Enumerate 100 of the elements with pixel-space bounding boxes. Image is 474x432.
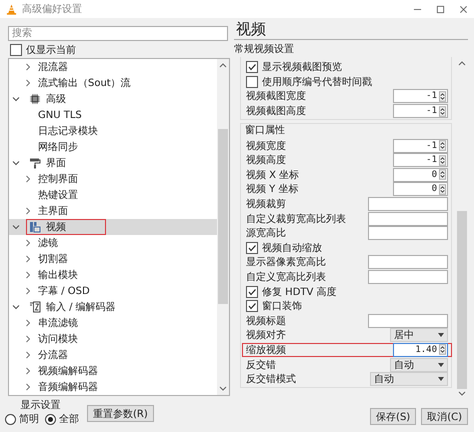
option-label: 源宽高比 <box>246 226 287 240</box>
radio-button[interactable] <box>5 414 16 424</box>
spin-field[interactable]: -1 <box>393 138 448 153</box>
tree-item[interactable]: 主界面 <box>38 204 68 218</box>
tree-item[interactable]: 界面 <box>46 156 66 170</box>
text-field[interactable] <box>368 270 448 284</box>
tree-item[interactable]: 控制界面 <box>38 172 78 186</box>
chevron-down-icon[interactable] <box>12 223 20 231</box>
tree-item[interactable]: 分流器 <box>38 348 68 362</box>
checkbox[interactable] <box>246 76 258 88</box>
spin-field[interactable]: -1 <box>393 153 448 168</box>
tree-item[interactable]: 网络同步 <box>38 140 78 154</box>
spin-arrows-icon[interactable] <box>439 90 446 102</box>
tree-item[interactable]: 高级 <box>46 92 66 106</box>
option-label: 视频标题 <box>246 314 287 328</box>
spin-arrows-icon[interactable] <box>439 184 446 195</box>
option-label: 视频对齐 <box>246 328 287 342</box>
chevron-right-icon[interactable] <box>24 175 32 183</box>
scrollbar[interactable] <box>217 59 229 395</box>
spin-field[interactable]: -1 <box>393 104 448 118</box>
option-label: 视频截图高度 <box>246 104 307 118</box>
dropdown[interactable]: 自动 <box>370 372 448 386</box>
chevron-down-icon[interactable] <box>12 159 20 167</box>
tree-item[interactable]: 视频编解码器 <box>38 364 98 378</box>
spin-field[interactable]: 1.40 <box>393 342 448 357</box>
dialog-button[interactable]: 取消(C) <box>421 408 468 425</box>
traffic-cone-icon <box>6 4 17 14</box>
caret-icon[interactable] <box>438 362 444 367</box>
spin-arrows-icon[interactable] <box>439 140 446 152</box>
checkbox[interactable] <box>246 61 258 74</box>
codec-icon <box>29 301 41 313</box>
option-label: 视频截图宽度 <box>246 90 307 104</box>
scroll-down-icon[interactable] <box>458 391 466 397</box>
text-field[interactable] <box>368 212 448 226</box>
option-label: 窗口装饰 <box>262 300 303 314</box>
option-label: 反交错模式 <box>246 372 297 386</box>
tree-item[interactable]: 切割器 <box>38 252 68 266</box>
option-label: 修复 HDTV 高度 <box>262 286 338 299</box>
text-field[interactable] <box>368 226 448 240</box>
option-label: 视频高度 <box>246 154 287 168</box>
checkbox[interactable] <box>246 286 258 298</box>
tree-item[interactable]: 日志记录模块 <box>38 124 98 138</box>
radio-button[interactable] <box>45 414 56 424</box>
option-label: 显示器像素宽高比 <box>246 256 327 270</box>
option-label: 自定义裁剪宽高比列表 <box>246 212 347 226</box>
scroll-up-icon[interactable] <box>458 60 466 66</box>
paint-roller-icon <box>29 157 41 169</box>
scroll-up-icon[interactable] <box>219 62 227 68</box>
caret-icon[interactable] <box>438 333 444 338</box>
tree-item[interactable]: 热键设置 <box>38 188 78 202</box>
close-icon[interactable] <box>459 4 468 14</box>
text-field[interactable] <box>368 255 448 270</box>
search-field[interactable]: 搜索 <box>8 26 228 41</box>
chevron-down-icon[interactable] <box>12 95 20 103</box>
dialog-button[interactable]: 保存(S) <box>370 408 416 425</box>
checkbox[interactable] <box>246 300 258 312</box>
option-label: 自定义宽高比列表 <box>246 270 327 284</box>
tree-item[interactable]: 流式输出（Sout）流 <box>38 76 131 90</box>
option-label: 使用顺序编号代替时间戳 <box>262 76 373 89</box>
spin-arrows-icon[interactable] <box>439 344 446 356</box>
tree-item[interactable]: 串流滤镜 <box>38 316 78 330</box>
tree-item[interactable]: 字幕 / OSD <box>38 284 90 298</box>
tree-item[interactable]: 音频编解码器 <box>38 380 98 394</box>
text-field[interactable] <box>368 314 448 328</box>
option-label: 视频 X 坐标 <box>246 168 300 182</box>
reset-button[interactable]: 重置参数(R) <box>87 405 154 422</box>
chevron-down-icon[interactable] <box>12 303 20 311</box>
spin-arrows-icon[interactable] <box>439 169 446 180</box>
option-label: 视频裁剪 <box>246 198 287 212</box>
spin-field[interactable]: -1 <box>393 89 448 104</box>
radio-label: 全部 <box>59 412 79 426</box>
checkbox[interactable] <box>10 44 22 56</box>
dropdown[interactable]: 居中 <box>390 328 448 342</box>
spin-field[interactable]: 0 <box>393 168 448 182</box>
tree-item[interactable]: GNU TLS <box>38 110 82 120</box>
option-label: 缩放视频 <box>246 344 287 357</box>
maximize-icon[interactable] <box>436 4 445 14</box>
scroll-down-icon[interactable] <box>219 386 227 392</box>
checkbox[interactable] <box>246 242 258 254</box>
option-label: 视频 Y 坐标 <box>246 182 300 196</box>
option-label: 反交错 <box>246 358 277 372</box>
dropdown[interactable]: 自动 <box>390 358 448 372</box>
caret-icon[interactable] <box>438 377 444 382</box>
chevron-right-icon[interactable] <box>24 207 32 215</box>
tree-item[interactable]: 输入 / 编解码器 <box>46 300 116 314</box>
spin-arrows-icon[interactable] <box>439 106 446 117</box>
tree-item[interactable]: 混流器 <box>38 60 68 74</box>
radio-label: 简明 <box>19 413 39 426</box>
tree-item[interactable]: 输出模块 <box>38 268 78 282</box>
option-label: 显示视频截图预览 <box>262 60 343 74</box>
checkbox-label: 仅显示当前 <box>26 44 76 56</box>
group-title: 显示设置 <box>20 398 60 412</box>
tree-item[interactable]: 滤镜 <box>38 236 58 250</box>
text-field[interactable] <box>368 197 448 212</box>
video-icon <box>29 221 41 233</box>
chip-icon <box>29 93 41 105</box>
spin-field[interactable]: 0 <box>393 182 448 196</box>
option-label: 视频宽度 <box>246 140 287 153</box>
spin-arrows-icon[interactable] <box>439 154 446 166</box>
tree-item[interactable]: 访问模块 <box>38 332 78 346</box>
